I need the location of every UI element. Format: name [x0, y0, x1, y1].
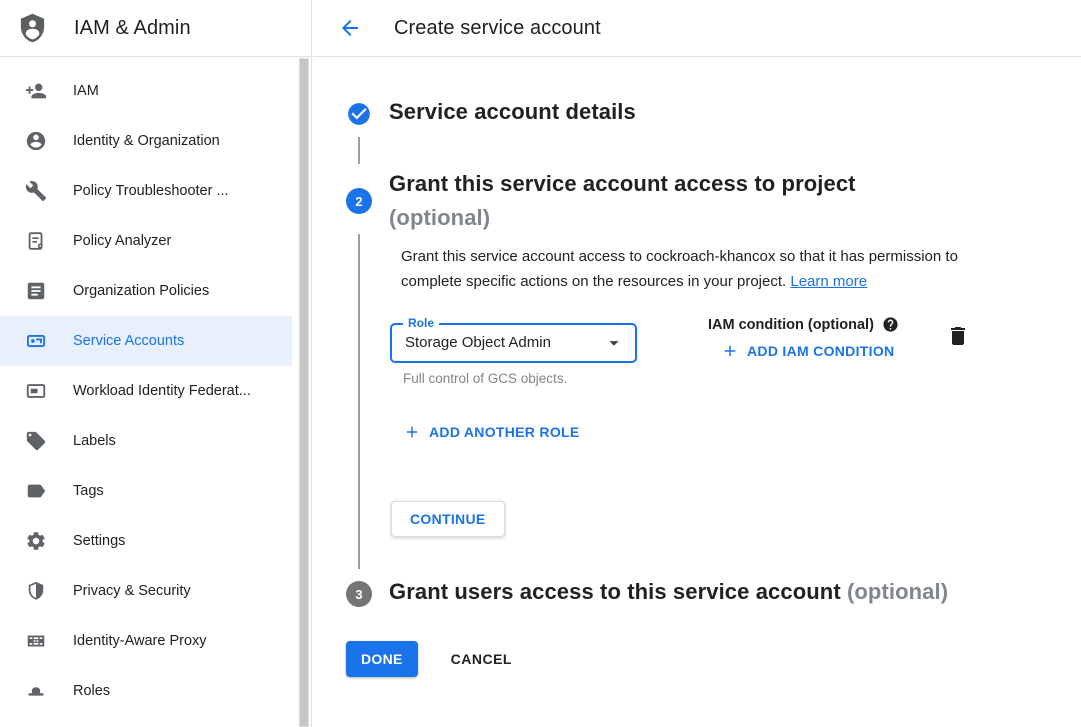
step-connector: [358, 234, 360, 569]
step-connector: [358, 137, 360, 164]
back-arrow-icon[interactable]: [338, 16, 362, 40]
chevron-down-icon: [603, 332, 625, 354]
gear-icon: [25, 530, 47, 552]
help-circle-icon[interactable]: [882, 316, 899, 333]
sidebar-item-iam[interactable]: IAM: [0, 66, 292, 116]
sidebar-scrollbar[interactable]: [299, 58, 309, 727]
add-iam-condition-button[interactable]: ADD IAM CONDITION: [721, 342, 899, 360]
trash-icon[interactable]: [946, 324, 970, 348]
step2-number: 2: [355, 194, 362, 209]
step1-title: Service account details: [389, 99, 636, 125]
step2-number-badge: 2: [346, 188, 372, 214]
step3-title-text: Grant users access to this service accou…: [389, 579, 841, 604]
sidebar-item-label: Identity & Organization: [73, 133, 220, 149]
shield-half-icon: [25, 580, 47, 602]
role-field-label: Role: [403, 316, 439, 330]
article-icon: [25, 280, 47, 302]
sidebar-item-label: Privacy & Security: [73, 583, 191, 599]
step2-title: Grant this service account access to pro…: [389, 167, 856, 235]
plus-icon: [403, 423, 421, 441]
step2-title-text: Grant this service account access to pro…: [389, 171, 856, 196]
sidebar-item-roles[interactable]: Roles: [0, 666, 292, 716]
role-select[interactable]: Role Storage Object Admin: [390, 323, 637, 363]
sidebar-item-tags[interactable]: Tags: [0, 466, 292, 516]
plus-icon: [721, 342, 739, 360]
iam-condition-label: IAM condition (optional): [708, 317, 874, 333]
role-selected-value: Storage Object Admin: [405, 334, 551, 351]
sidebar-item-identity-organization[interactable]: Identity & Organization: [0, 116, 292, 166]
proxy-frame-icon: [25, 630, 47, 652]
sidebar-header: IAM & Admin: [0, 0, 311, 57]
step2-description: Grant this service account access to coc…: [401, 244, 1007, 294]
step3-number: 3: [355, 587, 362, 602]
step2-description-text: Grant this service account access to coc…: [401, 248, 958, 290]
step3-optional-label: (optional): [847, 579, 948, 604]
sidebar-item-label: Settings: [73, 533, 125, 549]
app-title: IAM & Admin: [74, 17, 191, 40]
label-arrow-icon: [25, 480, 47, 502]
step2-optional-label: (optional): [389, 205, 490, 230]
iam-condition-block: IAM condition (optional) ADD IAM CONDITI…: [708, 316, 899, 360]
sidebar-item-organization-policies[interactable]: Organization Policies: [0, 266, 292, 316]
add-iam-condition-label: ADD IAM CONDITION: [747, 343, 894, 359]
continue-button[interactable]: CONTINUE: [391, 501, 505, 537]
card-icon: [25, 380, 47, 402]
sidebar-item-label: Policy Analyzer: [73, 233, 171, 249]
sidebar-item-label: Identity-Aware Proxy: [73, 633, 207, 649]
wizard-content: Service account details 2 Grant this ser…: [313, 57, 1081, 727]
sidebar-item-label: Workload Identity Federat...: [73, 383, 251, 399]
step1-complete-check-icon: [346, 101, 372, 127]
iam-admin-shield-icon: [17, 11, 48, 45]
step3-title: Grant users access to this service accou…: [389, 579, 948, 605]
sidebar-item-labels[interactable]: Labels: [0, 416, 292, 466]
sidebar-item-label: Roles: [73, 683, 110, 699]
document-gear-icon: [25, 230, 47, 252]
person-add-icon: [25, 80, 47, 102]
hat-icon: [25, 680, 47, 702]
sidebar-item-privacy-security[interactable]: Privacy & Security: [0, 566, 292, 616]
role-helper-text: Full control of GCS objects.: [403, 371, 567, 386]
sidebar-item-workload-identity-federation[interactable]: Workload Identity Federat...: [0, 366, 292, 416]
sidebar-item-label: Tags: [73, 483, 104, 499]
sidebar-item-policy-troubleshooter[interactable]: Policy Troubleshooter ...: [0, 166, 292, 216]
main-panel: Create service account Service account d…: [313, 0, 1081, 727]
service-account-badge-icon: [25, 330, 47, 352]
sidebar-item-label: Service Accounts: [73, 333, 184, 349]
learn-more-link[interactable]: Learn more: [790, 273, 867, 290]
sidebar: IAM & Admin IAM Identity & Organization …: [0, 0, 312, 727]
tag-icon: [25, 430, 47, 452]
done-button[interactable]: DONE: [346, 641, 418, 677]
sidebar-item-label: IAM: [73, 83, 99, 99]
account-circle-icon: [25, 130, 47, 152]
page-header: Create service account: [313, 0, 1081, 57]
step3-number-badge: 3: [346, 581, 372, 607]
sidebar-item-policy-analyzer[interactable]: Policy Analyzer: [0, 216, 292, 266]
add-another-role-button[interactable]: ADD ANOTHER ROLE: [403, 423, 580, 441]
cancel-button[interactable]: CANCEL: [451, 651, 512, 667]
sidebar-item-label: Policy Troubleshooter ...: [73, 183, 229, 199]
add-another-role-label: ADD ANOTHER ROLE: [429, 424, 580, 440]
wrench-icon: [25, 180, 47, 202]
sidebar-item-settings[interactable]: Settings: [0, 516, 292, 566]
sidebar-nav: IAM Identity & Organization Policy Troub…: [0, 57, 311, 716]
sidebar-item-label: Organization Policies: [73, 283, 209, 299]
page-title: Create service account: [394, 17, 601, 40]
footer-actions: DONE CANCEL: [346, 641, 512, 677]
sidebar-item-identity-aware-proxy[interactable]: Identity-Aware Proxy: [0, 616, 292, 666]
sidebar-item-service-accounts[interactable]: Service Accounts: [0, 316, 292, 366]
sidebar-item-label: Labels: [73, 433, 116, 449]
